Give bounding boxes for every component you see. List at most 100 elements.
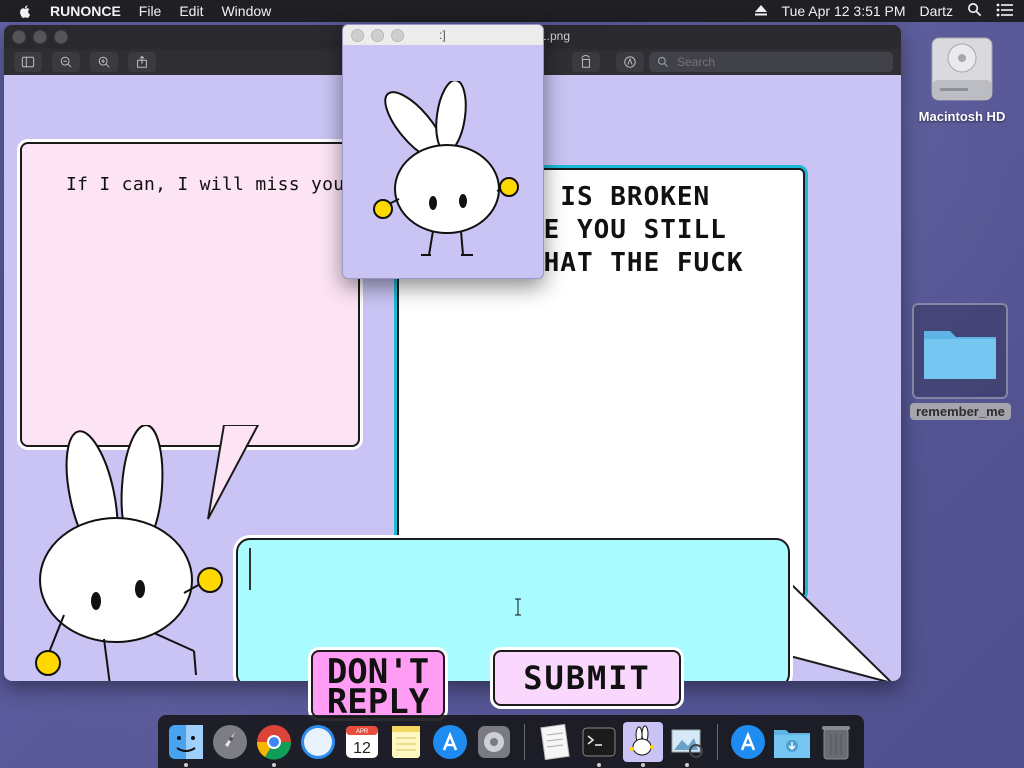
folder-icon <box>924 331 996 379</box>
apple-menu-icon[interactable] <box>18 4 32 18</box>
sidebar-toggle-button[interactable] <box>14 52 42 72</box>
ibeam-cursor-icon <box>515 598 521 616</box>
dock-item-finder[interactable] <box>166 722 206 767</box>
calendar-day: 12 <box>353 740 371 757</box>
finder-icon <box>169 724 203 759</box>
share-icon <box>137 55 147 68</box>
search-icon <box>657 56 668 67</box>
white-bubble-tail <box>784 585 892 681</box>
dock-item-chrome[interactable] <box>254 722 294 767</box>
running-indicator <box>685 762 689 767</box>
text-caret <box>249 548 251 590</box>
dock-item-safari[interactable] <box>298 722 338 762</box>
zoom-out-button[interactable] <box>52 52 80 72</box>
close-button[interactable] <box>12 30 26 44</box>
desktop-icon-label: remember_me <box>910 403 1011 420</box>
menubar-right: Tue Apr 12 3:51 PM Dartz <box>740 2 1014 20</box>
menubar-clock[interactable]: Tue Apr 12 3:51 PM <box>782 3 906 19</box>
bunny-icon <box>630 725 654 755</box>
dock-separator <box>717 723 718 760</box>
zoom-in-icon <box>98 56 110 68</box>
menu-edit[interactable]: Edit <box>179 3 203 19</box>
menu-app-name[interactable]: RUNONCE <box>50 3 121 19</box>
popup-close-button[interactable] <box>351 28 364 42</box>
dock-item-preview[interactable] <box>667 722 707 767</box>
menu-window[interactable]: Window <box>221 3 271 19</box>
menu-file[interactable]: File <box>139 3 162 19</box>
markup-button[interactable] <box>616 52 644 72</box>
hard-drive-icon <box>931 37 993 101</box>
dock-item-app-store[interactable] <box>430 722 470 762</box>
desktop-icon-label: Macintosh HD <box>918 109 1006 124</box>
dock-item-textedit[interactable] <box>535 722 575 762</box>
running-indicator <box>184 762 188 767</box>
app-store-icon <box>731 724 765 759</box>
pink-speech-text: If I can, I will miss you. <box>66 174 356 195</box>
menubar-user[interactable]: Dartz <box>920 3 953 19</box>
search-input[interactable] <box>675 54 879 70</box>
rotate-icon <box>581 55 590 68</box>
dock-item-app-store-2[interactable] <box>728 722 768 762</box>
popup-zoom-button[interactable] <box>391 28 404 42</box>
search-box[interactable] <box>649 52 893 72</box>
downloads-folder-icon <box>774 729 810 758</box>
running-indicator <box>272 762 276 767</box>
document-icon <box>540 723 570 760</box>
sidebar-icon <box>21 56 35 68</box>
submit-button[interactable]: SUBMIT <box>493 650 681 706</box>
share-button[interactable] <box>128 52 156 72</box>
large-bunny-character <box>35 425 223 681</box>
calendar-icon: APR 12 <box>346 725 378 758</box>
popup-window-controls <box>343 28 404 42</box>
dock: APR 12 <box>158 715 864 768</box>
desktop-icon-macintosh-hd[interactable]: Macintosh HD <box>912 30 1012 124</box>
dock-item-launchpad[interactable] <box>210 722 250 762</box>
markup-icon <box>624 56 636 68</box>
eject-icon[interactable] <box>754 3 768 20</box>
zoom-in-button[interactable] <box>90 52 118 72</box>
dock-item-runonce[interactable] <box>623 721 663 767</box>
trash-icon <box>822 725 850 759</box>
dont-reply-line-2: REPLY <box>326 682 430 718</box>
dock-item-notes[interactable] <box>386 722 426 762</box>
running-indicator <box>641 762 645 767</box>
app-store-icon <box>433 724 467 759</box>
rotate-button[interactable] <box>572 52 600 72</box>
dock-separator <box>524 723 525 760</box>
window-controls <box>4 30 68 44</box>
menubar: RUNONCE File Edit Window Tue Apr 12 3:51… <box>0 0 1024 22</box>
dock-item-system-preferences[interactable] <box>474 722 514 762</box>
gear-icon <box>478 725 510 758</box>
folder-selection-frame <box>912 303 1008 399</box>
popup-window: :] <box>342 24 544 279</box>
dock-item-downloads[interactable] <box>772 722 812 762</box>
dock-item-terminal[interactable] <box>579 722 619 767</box>
spotlight-search-icon[interactable] <box>967 2 982 20</box>
pink-speech-bubble: If I can, I will miss you. <box>20 142 360 447</box>
chrome-icon <box>256 724 292 760</box>
calendar-month: APR <box>356 729 369 735</box>
dock-item-calendar[interactable]: APR 12 <box>342 722 382 762</box>
safari-icon <box>301 724 335 759</box>
popup-minimize-button[interactable] <box>371 28 384 42</box>
running-indicator <box>597 762 601 767</box>
desktop-icon-remember-me[interactable]: remember_me <box>910 303 1011 420</box>
popup-title[interactable]: :] <box>439 28 446 42</box>
notes-icon <box>392 725 420 758</box>
popup-titlebar[interactable]: :] <box>343 25 543 45</box>
zoom-button[interactable] <box>54 30 68 44</box>
small-bunny-character <box>373 81 519 256</box>
terminal-icon <box>582 727 616 756</box>
zoom-out-icon <box>60 56 72 68</box>
white-speech-line-2: RE YOU STILL <box>527 215 727 245</box>
preview-icon <box>671 729 703 758</box>
dont-reply-button[interactable]: DON'T REPLY <box>311 650 445 718</box>
window-title[interactable]: 1.png <box>540 29 570 43</box>
white-speech-line-3: WHAT THE FUCK <box>527 248 744 278</box>
white-speech-line-1: M IS BROKEN <box>527 182 711 212</box>
minimize-button[interactable] <box>33 30 47 44</box>
notification-center-icon[interactable] <box>996 3 1014 20</box>
menubar-left: RUNONCE File Edit Window <box>18 3 289 19</box>
dock-item-trash[interactable] <box>816 722 856 762</box>
rocket-icon <box>213 724 247 759</box>
